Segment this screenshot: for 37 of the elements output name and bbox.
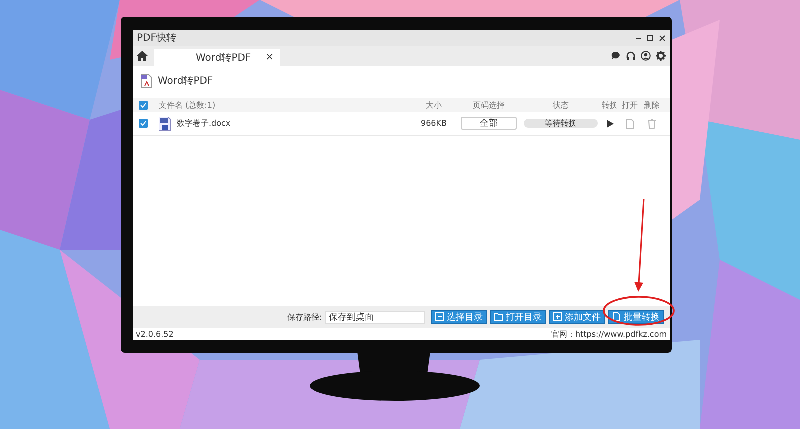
file-row[interactable]: 数字卷子.docx 966KB 全部 等待转换 [133,112,670,136]
version-text: v2.0.6.52 [136,330,174,338]
maximize-icon[interactable] [647,34,654,42]
column-header: 状态 [553,100,569,110]
column-header: 打开 [622,100,638,110]
save-path-field[interactable]: 保存到桌面 [325,310,425,324]
folder-icon [494,312,504,322]
column-header: 删除 [644,100,660,110]
chat-icon[interactable] [611,51,621,61]
document-icon [612,312,622,322]
window-title: PDF快转 [137,32,176,45]
column-header: 文件名 (总数:1) [159,100,216,110]
close-icon[interactable] [659,34,666,42]
page-select[interactable]: 全部 [461,117,517,130]
page-title: Word转PDF [158,75,214,88]
column-header: 转换 [602,100,618,110]
file-size: 966KB [420,119,447,128]
user-icon[interactable] [641,51,651,61]
settings-icon[interactable] [656,51,666,61]
tab-close[interactable]: × [266,52,274,63]
folder-icon [435,312,445,322]
word-file-icon [159,116,171,130]
tab[interactable]: Word转PDF × [154,49,280,66]
select-all-checkbox[interactable] [139,100,148,110]
column-header: 页码选择 [473,100,505,110]
play-icon[interactable] [606,120,614,128]
website-text: 官网：https://www.pdfkz.com [551,328,667,340]
save-path-label: 保存路径: [287,312,322,322]
status-pill: 等待转换 [524,119,598,128]
word-pdf-icon [141,74,153,88]
file-name: 数字卷子.docx [177,118,231,129]
row-checkbox[interactable] [139,119,148,128]
headset-icon[interactable] [626,51,636,61]
plus-icon [553,312,563,322]
annotation-circle [603,296,675,326]
home-icon[interactable] [137,51,148,61]
column-header: 大小 [426,100,442,110]
